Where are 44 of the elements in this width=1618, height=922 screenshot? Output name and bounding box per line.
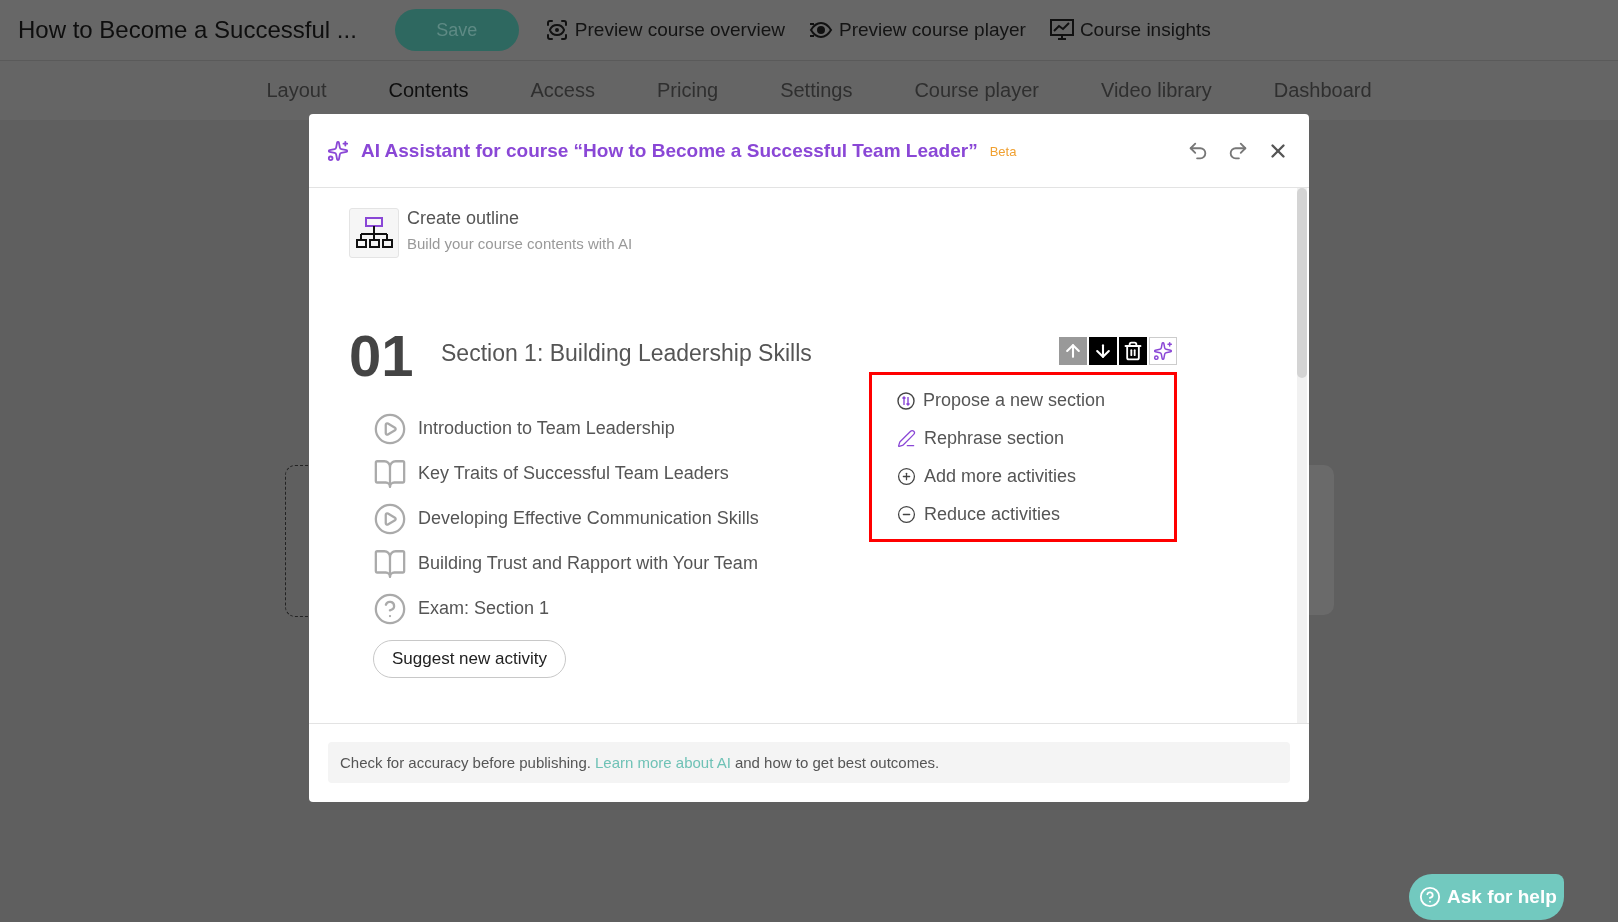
scrollbar[interactable] <box>1297 188 1307 723</box>
sparkles-icon <box>327 139 349 162</box>
course-title: How to Become a Successful ... <box>18 16 357 44</box>
learn-more-link[interactable]: Learn more about AI <box>594 754 731 771</box>
move-down-button[interactable] <box>1089 336 1117 365</box>
ai-button[interactable] <box>1149 336 1177 365</box>
outline-icon <box>355 216 393 250</box>
help-button[interactable]: Ask for help <box>1409 874 1564 920</box>
nav-tab[interactable]: Contents <box>388 79 469 102</box>
arrows-circle-icon <box>897 391 915 410</box>
activity-title: Introduction to Team Leadership <box>418 418 675 439</box>
sparkles-icon <box>1153 340 1173 361</box>
tool-title: Create outline <box>407 208 521 229</box>
dialog-title: AI Assistant for course “How to Become a Successful Team Leader” <box>361 139 978 162</box>
beta-label: Beta <box>989 144 1017 159</box>
section-number: 01 <box>349 322 415 389</box>
preview-link[interactable]: Course insights <box>1049 19 1211 41</box>
menu-item[interactable]: Propose a new section <box>897 389 1174 412</box>
section-title: Section 1: Building Leadership Skills <box>441 340 813 367</box>
eye-icon <box>808 21 833 39</box>
activity-title: Exam: Section 1 <box>418 598 550 619</box>
menu-item[interactable]: Rephrase section <box>897 427 1174 450</box>
tool-subtitle: Build your course contents with AI <box>407 235 633 252</box>
activity-title: Key Traits of Successful Team Leaders <box>418 463 729 484</box>
accuracy-notice: Check for accuracy before publishing. Learn more about AI and how to get best outcomes. <box>328 742 1290 783</box>
trash-icon <box>1123 340 1143 361</box>
preview-link[interactable]: Preview course player <box>808 19 1026 41</box>
activity-title: Building Trust and Rapport with Your Team <box>418 553 758 574</box>
help-icon <box>1419 886 1441 908</box>
suggest-activity-button[interactable]: Suggest new activity <box>373 640 566 678</box>
minus-circle-icon <box>897 505 916 524</box>
menu-item[interactable]: Add more activities <box>897 465 1174 488</box>
chart-monitor-icon <box>1049 19 1074 41</box>
eye-scan-icon <box>544 18 569 42</box>
delete-button[interactable] <box>1119 336 1147 365</box>
menu-item[interactable]: Reduce activities <box>897 503 1174 526</box>
outline-tile[interactable] <box>349 208 399 258</box>
play-circle-icon <box>373 411 407 446</box>
activity-title: Developing Effective Communication Skills <box>418 508 759 529</box>
question-circle-icon <box>373 591 407 626</box>
plus-circle-icon <box>897 467 916 486</box>
preview-link[interactable]: Preview course overview <box>544 18 785 42</box>
pen-line-icon <box>897 429 916 448</box>
play-circle-icon <box>373 501 407 536</box>
